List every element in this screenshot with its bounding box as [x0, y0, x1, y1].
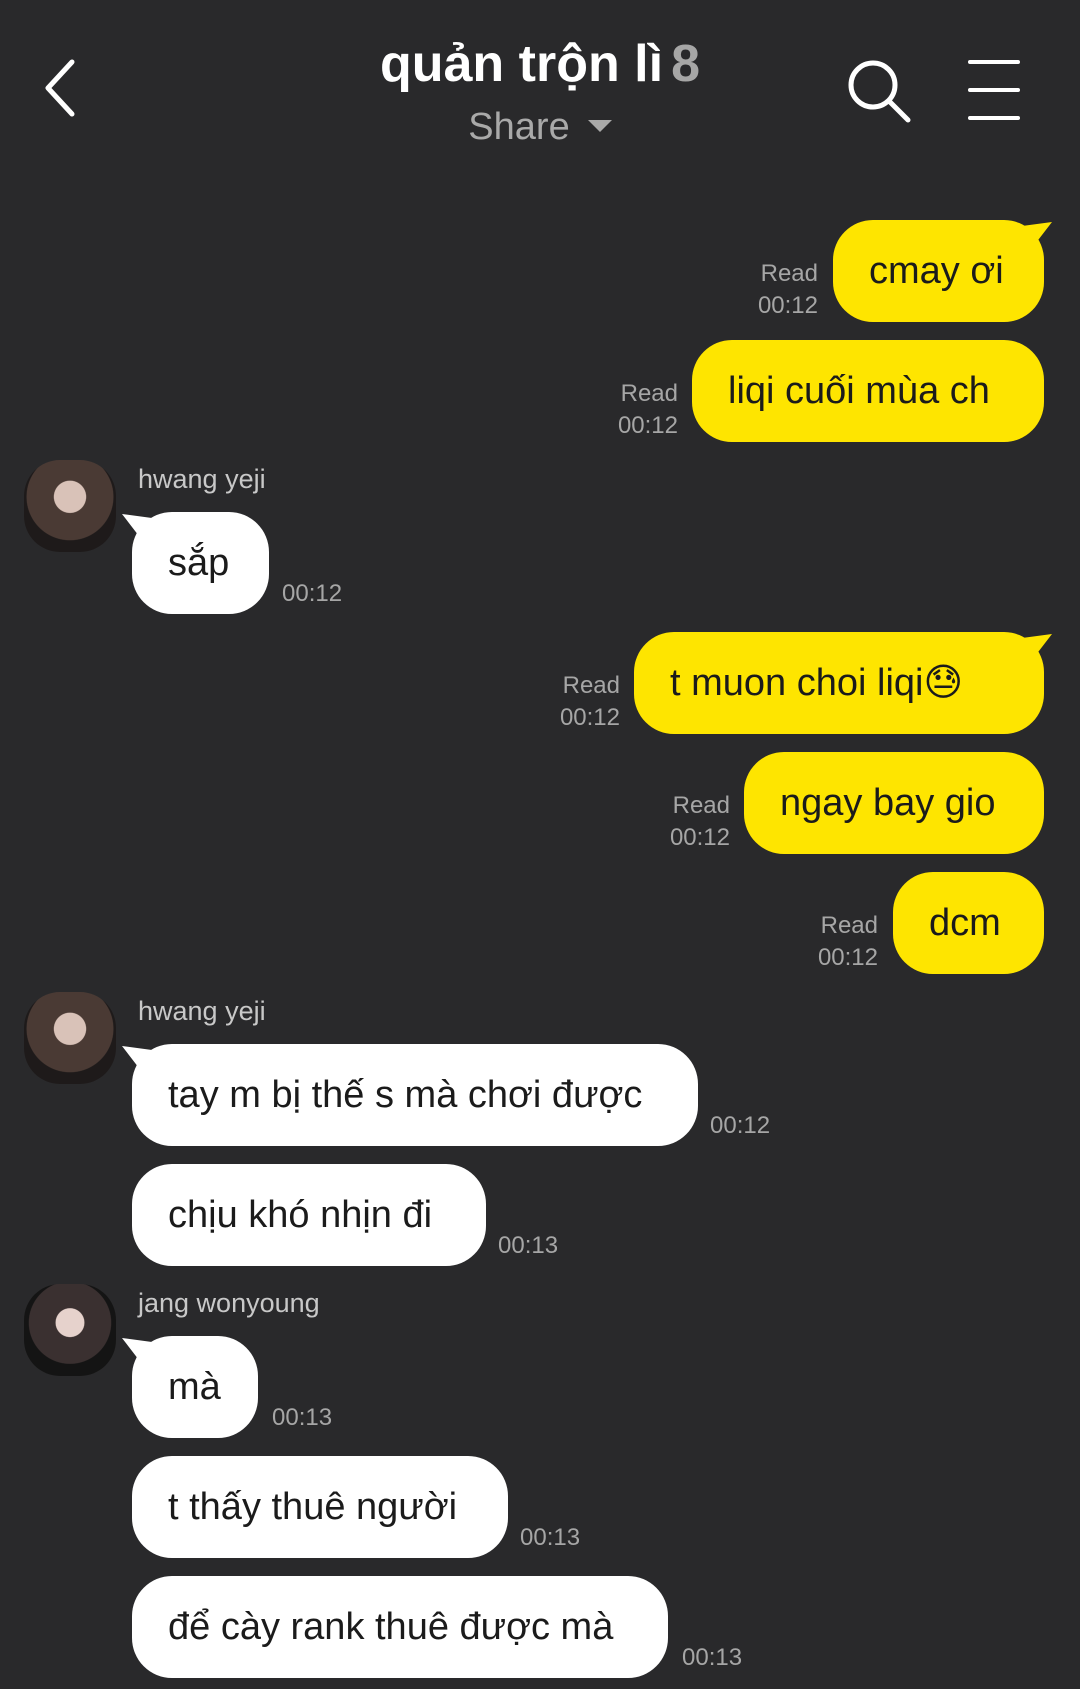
- chat-header: quản trộn lì 8 Share: [0, 0, 1080, 170]
- share-dropdown[interactable]: Share: [0, 106, 1080, 149]
- avatar[interactable]: [24, 992, 116, 1084]
- avatar[interactable]: [24, 1284, 116, 1376]
- read-status: Read: [620, 380, 678, 407]
- bubble-tail: [1022, 222, 1052, 248]
- message-bubble[interactable]: dcm: [893, 872, 1044, 974]
- search-icon[interactable]: [846, 58, 912, 124]
- share-label: Share: [468, 106, 570, 148]
- message-time: 00:13: [272, 1404, 333, 1431]
- message-time: 00:12: [617, 412, 678, 439]
- message-bubble[interactable]: chịu khó nhịn đi: [132, 1164, 486, 1266]
- message-time: 00:13: [498, 1232, 559, 1259]
- message-bubble[interactable]: liqi cuối mùa ch: [692, 340, 1044, 442]
- message-bubble[interactable]: để cày rank thuê được mà: [132, 1576, 668, 1678]
- message-time: 00:13: [520, 1524, 581, 1551]
- chat-room-name: quản trộn lì: [379, 35, 664, 93]
- message-bubble[interactable]: t thấy thuê người: [132, 1456, 508, 1558]
- message-bubble[interactable]: cmay ơi: [833, 220, 1044, 322]
- message-time: 00:12: [817, 944, 878, 971]
- sender-name: jang wonyoung: [138, 1288, 320, 1318]
- sender-name: hwang yeji: [138, 996, 266, 1026]
- message-bubble[interactable]: tay m bị thế s mà chơi được: [132, 1044, 698, 1146]
- message-time: 00:12: [757, 292, 818, 319]
- read-status: Read: [760, 260, 818, 287]
- message-bubble[interactable]: ngay bay gio: [744, 752, 1044, 854]
- chat-title[interactable]: quản trộn lì 8: [0, 34, 1080, 94]
- read-status: Read: [562, 672, 620, 699]
- avatar[interactable]: [24, 460, 116, 552]
- message-time: 00:12: [710, 1112, 771, 1139]
- member-count: 8: [671, 35, 700, 93]
- bubble-tail: [1022, 634, 1052, 660]
- message-time: 00:12: [559, 704, 620, 731]
- message-bubble[interactable]: mà: [132, 1336, 258, 1438]
- sender-name: hwang yeji: [138, 464, 266, 494]
- message-time: 00:13: [682, 1644, 743, 1671]
- read-status: Read: [820, 912, 878, 939]
- read-status: Read: [672, 792, 730, 819]
- message-bubble[interactable]: sắp: [132, 512, 269, 614]
- message-bubble[interactable]: t muon choi liqi😓: [634, 632, 1044, 734]
- message-time: 00:12: [282, 580, 343, 607]
- caret-down-icon: [587, 119, 612, 132]
- message-time: 00:12: [669, 824, 730, 851]
- menu-icon[interactable]: [968, 60, 1020, 120]
